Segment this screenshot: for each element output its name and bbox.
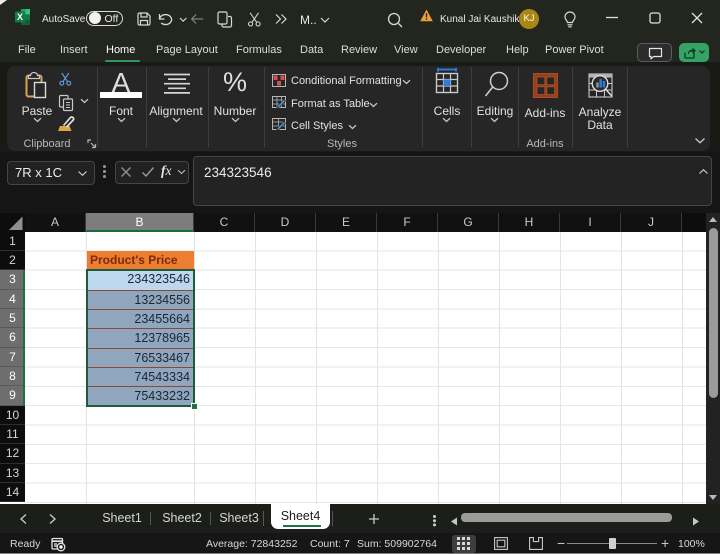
svg-text:X: X [17, 12, 23, 22]
